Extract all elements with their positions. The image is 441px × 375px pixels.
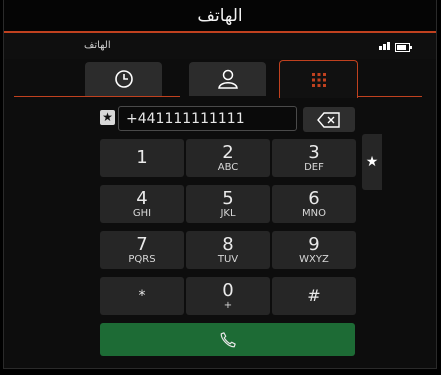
key-digit: * xyxy=(138,288,146,304)
backspace-button[interactable] xyxy=(303,107,355,132)
key-digit: 7 xyxy=(136,234,148,255)
title-bar: الهاتف xyxy=(4,0,436,33)
key-letters: GHI xyxy=(132,208,152,219)
clock-icon xyxy=(114,70,133,88)
key-letters: DEF xyxy=(304,162,324,173)
phone-number-input[interactable]: +441111111111 xyxy=(118,106,297,131)
key-hash[interactable]: # xyxy=(272,277,356,315)
person-icon xyxy=(217,69,238,89)
battery-icon xyxy=(395,43,412,52)
favorite-star-button[interactable]: ★ xyxy=(100,110,115,125)
backspace-icon xyxy=(317,111,340,128)
tab-bar xyxy=(85,60,358,98)
key-digit: 2 xyxy=(222,142,234,163)
call-button[interactable] xyxy=(100,323,355,356)
key-3[interactable]: 3 DEF xyxy=(272,139,356,177)
tab-keypad[interactable] xyxy=(279,60,358,98)
key-letters: WXYZ xyxy=(299,254,329,265)
tab-underline-right xyxy=(355,96,422,97)
key-letters: + xyxy=(223,300,233,311)
key-letters: PQRS xyxy=(128,254,156,265)
key-2[interactable]: 2 ABC xyxy=(186,139,270,177)
app-title: الهاتف xyxy=(197,5,243,26)
key-6[interactable]: 6 MNO xyxy=(272,185,356,223)
key-0[interactable]: 0 + xyxy=(186,277,270,315)
keypad-icon xyxy=(311,72,326,87)
key-9[interactable]: 9 WXYZ xyxy=(272,231,356,269)
key-digit: 9 xyxy=(308,234,320,255)
status-bar: الهاتف xyxy=(4,33,436,59)
tab-contacts[interactable] xyxy=(189,62,266,96)
key-letters: ABC xyxy=(217,162,239,173)
key-letters: MNO xyxy=(302,208,326,219)
signal-icon xyxy=(379,42,390,50)
key-letters: TUV xyxy=(217,254,239,265)
key-7[interactable]: 7 PQRS xyxy=(100,231,184,269)
key-digit: 8 xyxy=(222,234,234,255)
phone-screen: الهاتف الهاتف ★ +441111111111 1 2 ABC 3 … xyxy=(3,0,437,369)
key-letters: JKL xyxy=(220,208,236,219)
key-digit: 1 xyxy=(136,147,148,168)
phone-icon xyxy=(220,331,236,347)
key-digit: 4 xyxy=(136,188,148,209)
key-digit: 5 xyxy=(222,188,234,209)
key-8[interactable]: 8 TUV xyxy=(186,231,270,269)
key-digit: 3 xyxy=(308,142,320,163)
operator-name: الهاتف xyxy=(84,40,111,51)
key-5[interactable]: 5 JKL xyxy=(186,185,270,223)
key-star[interactable]: * xyxy=(100,277,184,315)
key-4[interactable]: 4 GHI xyxy=(100,185,184,223)
key-digit: 6 xyxy=(308,188,320,209)
tab-recent-calls[interactable] xyxy=(85,62,162,96)
key-digit: # xyxy=(307,286,321,305)
favorites-side-button[interactable]: ★ xyxy=(362,134,382,190)
key-digit: 0 xyxy=(222,280,234,301)
key-1[interactable]: 1 xyxy=(100,139,184,177)
